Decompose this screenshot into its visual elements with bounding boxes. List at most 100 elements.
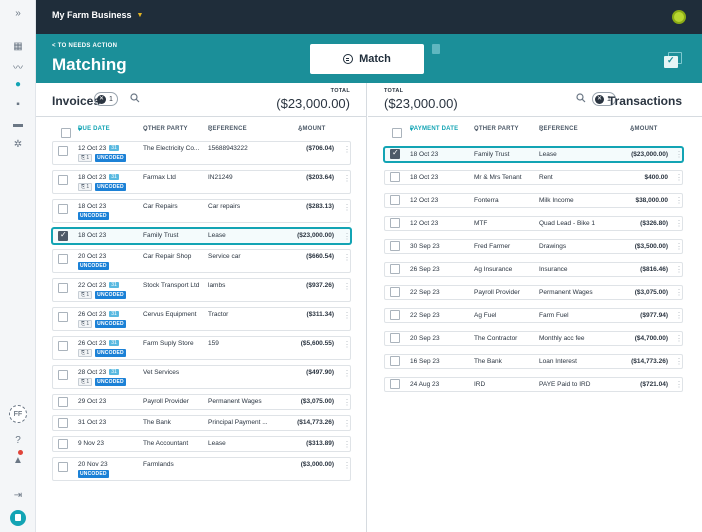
- attachment-icon[interactable]: ⎘ 1: [78, 320, 93, 328]
- more-icon[interactable]: ⋮: [675, 173, 683, 182]
- col-other-party[interactable]: OTHER PARTY ⌄: [474, 126, 519, 133]
- dollar-icon[interactable]: ●: [0, 76, 36, 92]
- match-button[interactable]: Match: [310, 44, 424, 74]
- table-row[interactable]: 28 Oct 23 31 Vet Services ($497.90) ⋮ ⎘ 1 UNCO…: [52, 365, 351, 389]
- table-row[interactable]: 26 Oct 23 31 Farm Suply Store 159 ($5,600.55…: [52, 336, 351, 360]
- table-row[interactable]: 26 Sep 23 Ag Insurance Insurance ($816.46) ⋮: [384, 262, 683, 277]
- more-icon[interactable]: ⋮: [343, 369, 351, 378]
- row-checkbox[interactable]: [390, 148, 400, 159]
- search-icon[interactable]: [576, 93, 586, 103]
- table-row[interactable]: 31 Oct 23 The Bank Principal Payment ... ($…: [52, 415, 351, 431]
- table-row[interactable]: 12 Oct 23 Fonterra Milk Income $38,000.00 ⋮: [384, 193, 683, 208]
- row-checkbox[interactable]: [58, 418, 68, 428]
- collapse-icon[interactable]: »: [0, 5, 36, 21]
- table-row[interactable]: 29 Oct 23 Payroll Provider Permanent Wages…: [52, 394, 351, 410]
- reports-icon[interactable]: ▪: [0, 96, 36, 112]
- table-row[interactable]: 22 Sep 23 Payroll Provider Permanent Wages…: [384, 285, 683, 300]
- row-checkbox[interactable]: [390, 379, 400, 389]
- table-row[interactable]: 30 Sep 23 Fred Farmer Drawings ($3,500.00) ⋮: [384, 239, 683, 254]
- more-icon[interactable]: ⋮: [343, 282, 351, 291]
- more-icon[interactable]: ⋮: [343, 398, 351, 407]
- row-checkbox[interactable]: [390, 172, 400, 182]
- table-row[interactable]: 18 Oct 23 31 Farmax Ltd IN21249 ($203.64) ⋮ ⎘ …: [52, 170, 351, 194]
- more-icon[interactable]: ⋮: [343, 232, 351, 241]
- more-icon[interactable]: ⋮: [343, 340, 351, 349]
- invoices-filter-pill[interactable]: ✕ 1: [94, 92, 118, 106]
- row-checkbox[interactable]: [390, 287, 400, 297]
- col-reference[interactable]: REFERENCE ⌄: [208, 126, 247, 133]
- table-row[interactable]: 22 Sep 23 Ag Fuel Farm Fuel ($977.94) ⋮: [384, 308, 683, 323]
- more-icon[interactable]: ⋮: [675, 196, 683, 205]
- row-checkbox[interactable]: [58, 341, 68, 351]
- table-row[interactable]: 18 Oct 23 Family Trust Lease ($23,000.00) ⋮: [52, 228, 351, 244]
- attachment-icon[interactable]: ⎘ 1: [78, 183, 93, 191]
- attachment-icon[interactable]: ⎘ 1: [78, 349, 93, 357]
- row-checkbox[interactable]: [58, 175, 68, 185]
- row-checkbox[interactable]: [58, 254, 68, 264]
- table-row[interactable]: 20 Nov 23 Farmlands ($3,000.00) ⋮ UNCODED: [52, 457, 351, 481]
- dashboard-icon[interactable]: ▦: [0, 38, 36, 54]
- settings-icon[interactable]: ✲: [0, 136, 36, 152]
- more-icon[interactable]: ⋮: [343, 203, 351, 212]
- clear-filter-icon[interactable]: ✕: [595, 94, 604, 104]
- avatar[interactable]: FF: [9, 405, 27, 423]
- table-row[interactable]: 18 Oct 23 Car Repairs Car repairs ($283.13)…: [52, 199, 351, 223]
- more-icon[interactable]: ⋮: [343, 174, 351, 183]
- row-checkbox[interactable]: [58, 146, 68, 156]
- row-checkbox[interactable]: [390, 310, 400, 320]
- more-icon[interactable]: ⋮: [343, 461, 351, 470]
- more-icon[interactable]: ⋮: [675, 334, 683, 343]
- table-row[interactable]: 18 Oct 23 Family Trust Lease ($23,000.00) ⋮: [384, 147, 683, 162]
- col-amount[interactable]: AMOUNT ⌄: [630, 126, 657, 133]
- more-icon[interactable]: ⋮: [675, 357, 683, 366]
- row-checkbox[interactable]: [58, 397, 68, 407]
- back-link[interactable]: < TO NEEDS ACTION: [52, 43, 117, 49]
- more-icon[interactable]: ⋮: [675, 150, 683, 159]
- row-checkbox[interactable]: [58, 204, 68, 214]
- user-avatar[interactable]: [672, 10, 686, 24]
- row-checkbox[interactable]: [390, 195, 400, 205]
- col-other-party[interactable]: OTHER PARTY ⌄: [143, 126, 188, 133]
- more-icon[interactable]: ⋮: [675, 288, 683, 297]
- activity-icon[interactable]: 〰: [0, 58, 36, 74]
- more-icon[interactable]: ⋮: [343, 145, 351, 154]
- more-icon[interactable]: ⋮: [343, 440, 351, 449]
- more-icon[interactable]: ⋮: [343, 253, 351, 262]
- more-icon[interactable]: ⋮: [343, 419, 351, 428]
- row-checkbox[interactable]: [390, 218, 400, 228]
- table-row[interactable]: 26 Oct 23 31 Cervus Equipment Tractor ($311.…: [52, 307, 351, 331]
- row-checkbox[interactable]: [58, 439, 68, 449]
- col-reference[interactable]: REFERENCE ⌄: [539, 126, 578, 133]
- table-row[interactable]: 24 Aug 23 IRD PAYE Paid to IRD ($721.04) ⋮: [384, 377, 683, 392]
- row-checkbox[interactable]: [390, 356, 400, 366]
- row-checkbox[interactable]: [58, 283, 68, 293]
- app-logo-icon[interactable]: [10, 510, 26, 526]
- row-checkbox[interactable]: [58, 312, 68, 322]
- row-checkbox[interactable]: [58, 462, 68, 472]
- more-icon[interactable]: ⋮: [675, 242, 683, 251]
- search-icon[interactable]: [130, 93, 140, 103]
- attachment-icon[interactable]: ⎘ 1: [78, 378, 93, 386]
- table-row[interactable]: 20 Oct 23 Car Repair Shop Service car ($660…: [52, 249, 351, 273]
- row-checkbox[interactable]: [58, 370, 68, 380]
- more-icon[interactable]: ⋮: [675, 265, 683, 274]
- logout-icon[interactable]: ⇥: [0, 487, 36, 503]
- clear-filter-icon[interactable]: ✕: [97, 94, 106, 104]
- more-icon[interactable]: ⋮: [675, 219, 683, 228]
- attachment-icon[interactable]: ⎘ 1: [78, 154, 93, 162]
- document-icon[interactable]: [432, 44, 440, 54]
- col-amount[interactable]: AMOUNT ⌄: [298, 126, 325, 133]
- org-switcher[interactable]: My Farm Business ▼: [52, 10, 143, 20]
- table-row[interactable]: 16 Sep 23 The Bank Loan Interest ($14,773.2…: [384, 354, 683, 369]
- table-row[interactable]: 12 Oct 23 31 The Electricity Co... 15688943…: [52, 141, 351, 165]
- checklist-icon[interactable]: [664, 55, 678, 68]
- col-due-date[interactable]: DUE DATE ▾: [78, 126, 110, 133]
- table-row[interactable]: 18 Oct 23 Mr & Mrs Tenant Rent $400.00 ⋮: [384, 170, 683, 185]
- table-row[interactable]: 9 Nov 23 The Accountant Lease ($313.89) ⋮: [52, 436, 351, 452]
- more-icon[interactable]: ⋮: [675, 380, 683, 389]
- table-row[interactable]: 22 Oct 23 31 Stock Transport Ltd lambs ($937…: [52, 278, 351, 302]
- row-checkbox[interactable]: [390, 333, 400, 343]
- table-row[interactable]: 20 Sep 23 The Contractor Monthly acc fee ($…: [384, 331, 683, 346]
- row-checkbox[interactable]: [390, 264, 400, 274]
- row-checkbox[interactable]: [58, 230, 68, 241]
